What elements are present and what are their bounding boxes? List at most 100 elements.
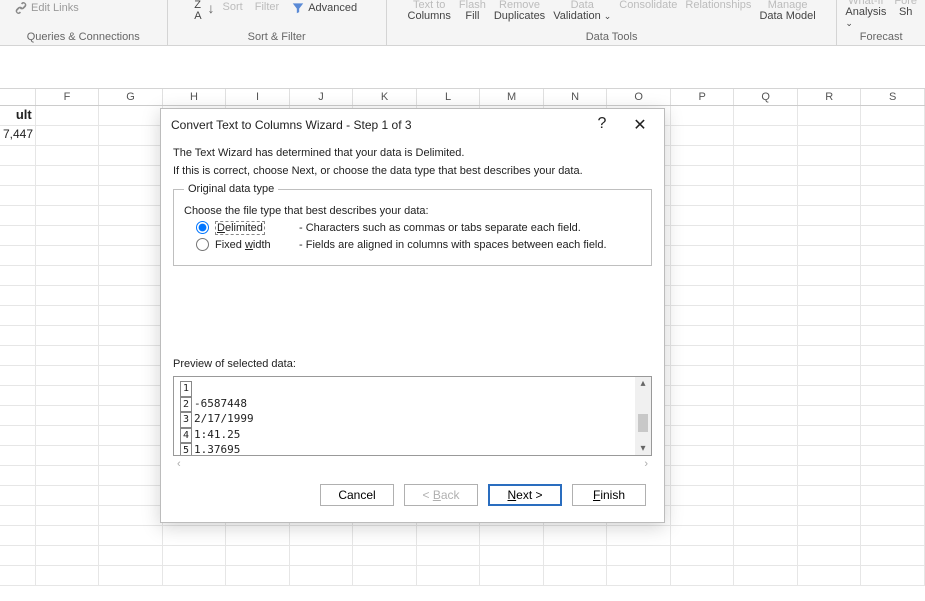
delimited-option[interactable]: Delimited - Characters such as commas or… xyxy=(196,221,641,234)
cell[interactable] xyxy=(671,246,735,265)
cell[interactable] xyxy=(36,326,100,345)
help-icon[interactable]: ? xyxy=(590,115,614,135)
cell[interactable] xyxy=(480,546,544,565)
cell[interactable] xyxy=(99,526,163,545)
close-icon[interactable]: ✕ xyxy=(628,115,652,135)
cell[interactable] xyxy=(36,386,100,405)
cell[interactable] xyxy=(0,406,36,425)
cell[interactable] xyxy=(0,146,36,165)
scroll-up-icon[interactable]: ▴ xyxy=(640,377,645,390)
cell[interactable] xyxy=(671,166,735,185)
cell[interactable] xyxy=(0,446,36,465)
cell[interactable]: 7,447 xyxy=(0,126,36,145)
cell[interactable] xyxy=(607,566,671,585)
col-header[interactable]: I xyxy=(226,89,290,105)
cell[interactable] xyxy=(734,486,798,505)
cell[interactable] xyxy=(798,366,862,385)
cell[interactable] xyxy=(671,326,735,345)
cell[interactable] xyxy=(36,166,100,185)
cell[interactable] xyxy=(861,306,925,325)
cell[interactable] xyxy=(798,566,862,585)
cell[interactable] xyxy=(36,246,100,265)
cell[interactable] xyxy=(0,466,36,485)
cell[interactable] xyxy=(353,526,417,545)
cell[interactable] xyxy=(163,566,227,585)
col-header-blank[interactable] xyxy=(0,89,36,105)
cell[interactable] xyxy=(36,406,100,425)
cell[interactable] xyxy=(671,406,735,425)
col-header[interactable]: R xyxy=(798,89,862,105)
cell[interactable] xyxy=(671,106,735,125)
col-header[interactable]: J xyxy=(290,89,354,105)
cell[interactable] xyxy=(798,386,862,405)
cell[interactable] xyxy=(671,526,735,545)
cell[interactable] xyxy=(99,326,163,345)
cell[interactable] xyxy=(798,546,862,565)
col-header[interactable]: G xyxy=(99,89,163,105)
cell[interactable] xyxy=(734,146,798,165)
cell[interactable] xyxy=(36,126,100,145)
cell[interactable] xyxy=(798,506,862,525)
cell[interactable] xyxy=(671,226,735,245)
cell[interactable] xyxy=(417,566,481,585)
cell[interactable] xyxy=(671,386,735,405)
cell[interactable] xyxy=(290,566,354,585)
cell[interactable] xyxy=(36,306,100,325)
cell[interactable] xyxy=(671,266,735,285)
cell[interactable] xyxy=(734,226,798,245)
cell[interactable] xyxy=(861,166,925,185)
cell[interactable] xyxy=(99,106,163,125)
consolidate-button[interactable]: Consolidate xyxy=(617,0,679,11)
cell[interactable] xyxy=(734,246,798,265)
whatif-analysis-button[interactable]: What-If Analysis ⌄ xyxy=(843,0,888,29)
manage-datamodel-button[interactable]: Manage Data Model xyxy=(757,0,817,22)
scroll-left-icon[interactable]: ‹ xyxy=(177,458,181,470)
cell[interactable] xyxy=(861,326,925,345)
cell[interactable] xyxy=(671,426,735,445)
cell[interactable] xyxy=(36,446,100,465)
cell[interactable] xyxy=(798,226,862,245)
cell[interactable] xyxy=(36,526,100,545)
cell[interactable] xyxy=(861,346,925,365)
cell[interactable] xyxy=(417,546,481,565)
cell[interactable] xyxy=(734,366,798,385)
cell[interactable] xyxy=(99,226,163,245)
col-header[interactable]: L xyxy=(417,89,481,105)
cell[interactable] xyxy=(671,346,735,365)
cell[interactable] xyxy=(607,546,671,565)
cell[interactable] xyxy=(798,106,862,125)
scroll-thumb[interactable] xyxy=(638,414,648,432)
cell[interactable] xyxy=(734,206,798,225)
cell[interactable] xyxy=(671,566,735,585)
cell[interactable] xyxy=(290,546,354,565)
cell[interactable] xyxy=(36,566,100,585)
cell[interactable] xyxy=(861,526,925,545)
cell[interactable] xyxy=(99,446,163,465)
cell[interactable] xyxy=(36,486,100,505)
cell[interactable] xyxy=(36,426,100,445)
cell[interactable] xyxy=(99,186,163,205)
cell[interactable] xyxy=(861,126,925,145)
cell[interactable] xyxy=(544,526,608,545)
cell[interactable] xyxy=(99,206,163,225)
cell[interactable] xyxy=(734,506,798,525)
cell[interactable] xyxy=(99,266,163,285)
cell[interactable] xyxy=(861,366,925,385)
grid-row[interactable] xyxy=(0,526,925,546)
cell[interactable] xyxy=(671,546,735,565)
cell[interactable] xyxy=(0,326,36,345)
cell[interactable] xyxy=(734,526,798,545)
cell[interactable] xyxy=(861,266,925,285)
filter-button[interactable]: Filter xyxy=(251,0,283,14)
col-header[interactable]: P xyxy=(671,89,735,105)
cell[interactable] xyxy=(861,506,925,525)
cell[interactable] xyxy=(798,126,862,145)
cell[interactable] xyxy=(36,286,100,305)
cell[interactable] xyxy=(798,206,862,225)
advanced-button[interactable]: Advanced xyxy=(287,0,361,16)
text-to-columns-button[interactable]: Text to Columns xyxy=(406,0,453,22)
cell[interactable] xyxy=(798,406,862,425)
col-header[interactable]: F xyxy=(36,89,100,105)
cell[interactable] xyxy=(671,286,735,305)
cell[interactable] xyxy=(861,386,925,405)
